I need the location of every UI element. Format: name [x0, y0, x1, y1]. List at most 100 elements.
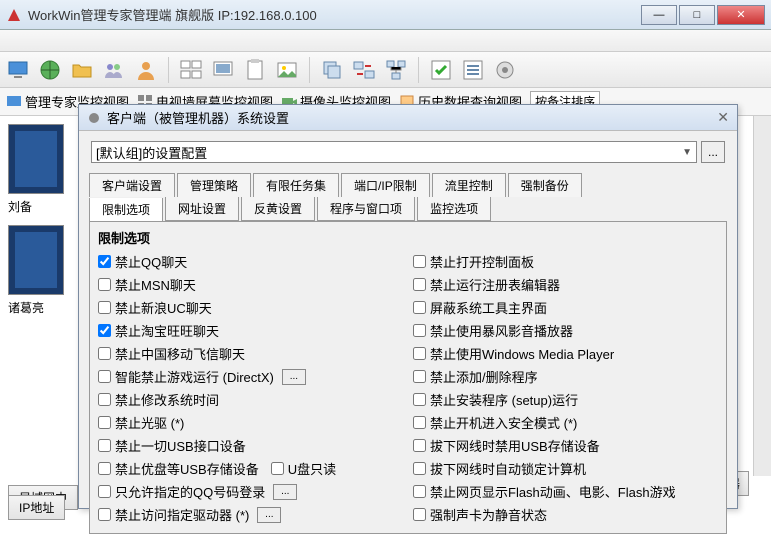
config-group-dropdown[interactable]: [默认组]的设置配置 ▼: [91, 141, 697, 163]
restriction-checkbox[interactable]: 禁止中国移动飞信聊天: [98, 343, 403, 364]
browse-button[interactable]: ...: [701, 141, 725, 163]
group-title: 限制选项: [98, 228, 718, 247]
globe-icon[interactable]: [38, 58, 62, 82]
scrollbar[interactable]: [753, 116, 771, 476]
checkbox-input[interactable]: [98, 370, 111, 383]
checkbox-label: 禁止安装程序 (setup)运行: [430, 390, 578, 409]
settings-tab[interactable]: 限制选项: [89, 198, 163, 222]
dialog-title: 客户端（被管理机器）系统设置: [107, 108, 289, 127]
checkbox-input[interactable]: [413, 508, 426, 521]
settings-tab[interactable]: 客户端设置: [89, 173, 175, 197]
dialog-close-icon[interactable]: ✕: [717, 109, 729, 126]
checkbox-input[interactable]: [98, 301, 111, 314]
checkbox-input[interactable]: [413, 347, 426, 360]
users-icon[interactable]: [102, 58, 126, 82]
checkbox-input[interactable]: [413, 416, 426, 429]
checkbox-input[interactable]: [98, 347, 111, 360]
user-icon[interactable]: [134, 58, 158, 82]
client-thumbnails: 刘备 诸葛亮: [8, 124, 78, 326]
restriction-checkbox[interactable]: 屏蔽系统工具主界面: [413, 297, 718, 318]
checkbox-input[interactable]: [98, 255, 111, 268]
restriction-checkbox[interactable]: 拔下网线时禁用USB存储设备: [413, 435, 718, 456]
checkbox-input[interactable]: [413, 462, 426, 475]
menubar: [0, 30, 771, 52]
restriction-checkbox[interactable]: 禁止QQ聊天: [98, 251, 403, 272]
checkbox-input[interactable]: [98, 508, 111, 521]
maximize-button[interactable]: □: [679, 5, 715, 25]
checkbox-input[interactable]: [98, 278, 111, 291]
checkbox-input[interactable]: [413, 324, 426, 337]
checkbox-input[interactable]: [98, 416, 111, 429]
checkbox-label: 禁止中国移动飞信聊天: [115, 344, 245, 363]
restriction-checkbox[interactable]: 禁止添加/删除程序: [413, 366, 718, 387]
client-thumb[interactable]: [8, 225, 64, 295]
close-button[interactable]: ✕: [717, 5, 765, 25]
restriction-checkbox[interactable]: 禁止光驱 (*): [98, 412, 403, 433]
gear-icon: [87, 111, 101, 125]
transfer-icon[interactable]: [352, 58, 376, 82]
settings-tab[interactable]: 有限任务集: [253, 173, 339, 197]
restriction-checkbox[interactable]: 禁止使用Windows Media Player: [413, 343, 718, 364]
restriction-checkbox[interactable]: 禁止打开控制面板: [413, 251, 718, 272]
restriction-checkbox[interactable]: 禁止优盘等USB存储设备U盘只读: [98, 458, 403, 479]
restriction-checkbox[interactable]: 禁止一切USB接口设备: [98, 435, 403, 456]
checkbox-label: 禁止使用暴风影音播放器: [430, 321, 573, 340]
settings-tab[interactable]: 端口/IP限制: [341, 173, 430, 197]
checkbox-input[interactable]: [98, 439, 111, 452]
minimize-button[interactable]: —: [641, 5, 677, 25]
settings-tab[interactable]: 强制备份: [508, 173, 582, 197]
checkbox-input[interactable]: [413, 255, 426, 268]
restriction-checkbox[interactable]: 禁止使用暴风影音播放器: [413, 320, 718, 341]
check-icon[interactable]: [429, 58, 453, 82]
checkbox-input[interactable]: [98, 485, 111, 498]
settings-tab[interactable]: 流里控制: [432, 173, 506, 197]
folder-icon[interactable]: [70, 58, 94, 82]
clipboard-icon[interactable]: [243, 58, 267, 82]
restriction-checkbox[interactable]: 禁止安装程序 (setup)运行: [413, 389, 718, 410]
screens-icon[interactable]: [179, 58, 203, 82]
checkbox-label: 禁止网页显示Flash动画、电影、Flash游戏: [430, 482, 676, 501]
restriction-checkbox[interactable]: 禁止淘宝旺旺聊天: [98, 320, 403, 341]
config-button[interactable]: ...: [257, 507, 281, 523]
list-icon[interactable]: [461, 58, 485, 82]
image-icon[interactable]: [275, 58, 299, 82]
restriction-checkbox[interactable]: 禁止访问指定驱动器 (*)...: [98, 504, 403, 525]
restriction-checkbox[interactable]: 禁止运行注册表编辑器: [413, 274, 718, 295]
checkbox-input[interactable]: [98, 462, 111, 475]
tab-ip[interactable]: IP地址: [8, 495, 65, 520]
restriction-checkbox[interactable]: 只允许指定的QQ号码登录...: [98, 481, 403, 502]
checkbox-input[interactable]: [413, 301, 426, 314]
restriction-checkbox[interactable]: 强制声卡为静音状态: [413, 504, 718, 525]
restriction-checkbox[interactable]: 拔下网线时自动锁定计算机: [413, 458, 718, 479]
checkbox-input[interactable]: [413, 393, 426, 406]
copy-icon[interactable]: [320, 58, 344, 82]
config-button[interactable]: ...: [282, 369, 306, 385]
client-thumb[interactable]: [8, 124, 64, 194]
checkbox-input[interactable]: [413, 278, 426, 291]
settings-tab[interactable]: 反黄设置: [241, 197, 315, 221]
checkbox-input[interactable]: [98, 393, 111, 406]
restriction-checkbox[interactable]: 禁止新浪UC聊天: [98, 297, 403, 318]
network-icon[interactable]: [384, 58, 408, 82]
restriction-checkbox[interactable]: 禁止修改系统时间: [98, 389, 403, 410]
checkbox-input[interactable]: [413, 485, 426, 498]
monitor-icon[interactable]: [6, 58, 30, 82]
checkbox-input[interactable]: [413, 370, 426, 383]
settings-tab[interactable]: 网址设置: [165, 197, 239, 221]
display-icon[interactable]: [211, 58, 235, 82]
checkbox-label: 禁止运行注册表编辑器: [430, 275, 560, 294]
checkbox-input[interactable]: [98, 324, 111, 337]
checkbox-input[interactable]: [271, 462, 284, 475]
settings-icon[interactable]: [493, 58, 517, 82]
config-button[interactable]: ...: [273, 484, 297, 500]
chevron-down-icon: ▼: [682, 147, 692, 158]
settings-tab[interactable]: 管理策略: [177, 173, 251, 197]
restriction-checkbox[interactable]: 智能禁止游戏运行 (DirectX)...: [98, 366, 403, 387]
restriction-checkbox[interactable]: 禁止MSN聊天: [98, 274, 403, 295]
settings-tab[interactable]: 监控选项: [417, 197, 491, 221]
checkbox-input[interactable]: [413, 439, 426, 452]
settings-tab[interactable]: 程序与窗口项: [317, 197, 415, 221]
restriction-checkbox[interactable]: 禁止开机进入安全模式 (*): [413, 412, 718, 433]
titlebar: WorkWin管理专家管理端 旗舰版 IP:192.168.0.100 — □ …: [0, 0, 771, 30]
restriction-checkbox[interactable]: 禁止网页显示Flash动画、电影、Flash游戏: [413, 481, 718, 502]
